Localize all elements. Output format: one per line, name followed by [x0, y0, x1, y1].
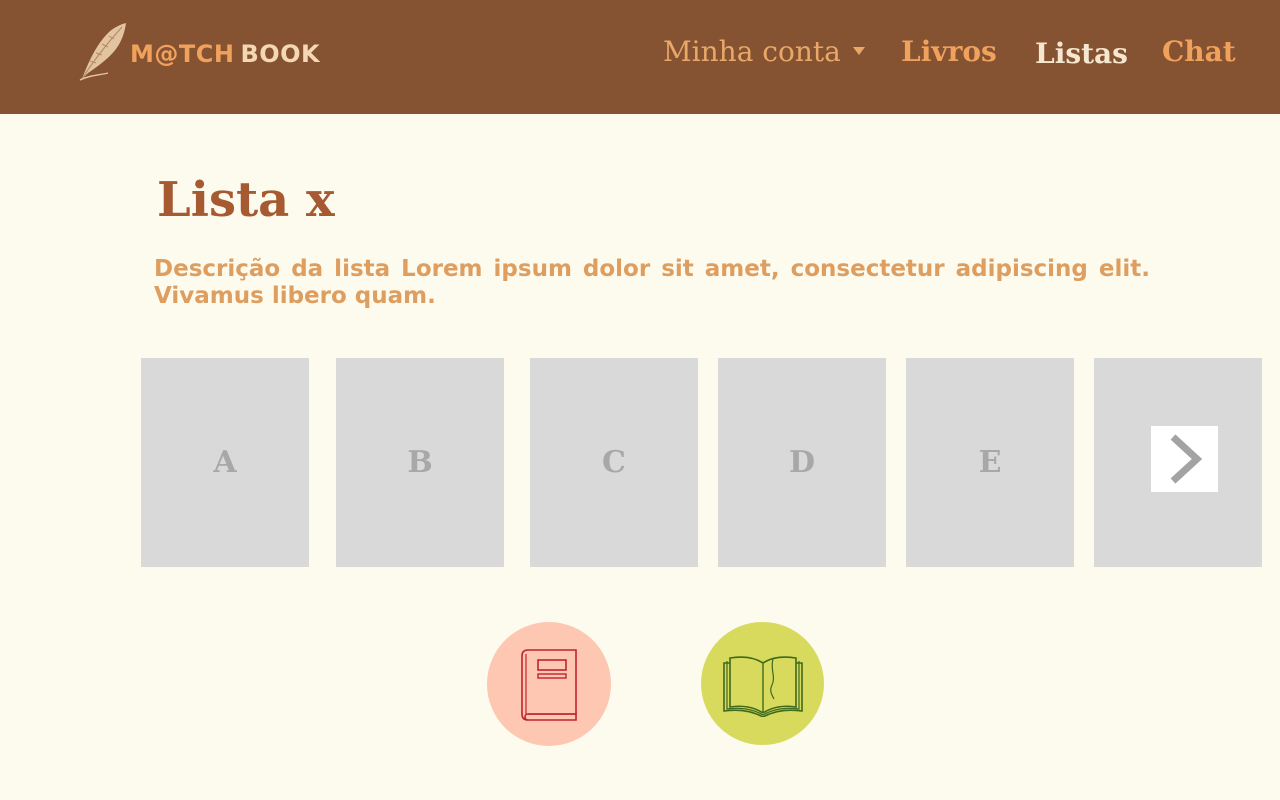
- nav-chat[interactable]: Chat: [1162, 34, 1236, 70]
- closed-book-icon: [521, 649, 577, 721]
- chevron-right-icon: [1170, 434, 1202, 484]
- book-card-b[interactable]: B: [336, 358, 504, 567]
- nav-lists[interactable]: Listas: [1035, 36, 1128, 72]
- open-book-button[interactable]: [701, 622, 824, 745]
- book-card-a[interactable]: A: [141, 358, 309, 567]
- chevron-down-icon: [852, 46, 865, 55]
- book-card-label: B: [407, 445, 433, 480]
- nav-my-account[interactable]: Minha conta: [663, 34, 865, 70]
- logo-word-book: BOOK: [240, 40, 321, 68]
- book-card-label: E: [978, 445, 1002, 480]
- list-description: Descrição da lista Lorem ipsum dolor sit…: [154, 256, 1150, 309]
- book-card-label: C: [602, 445, 626, 480]
- book-card-e[interactable]: E: [906, 358, 1074, 567]
- closed-book-button[interactable]: [487, 622, 611, 746]
- book-card-label: D: [788, 445, 815, 480]
- feather-quill-icon: [79, 23, 126, 81]
- book-card-d[interactable]: D: [718, 358, 886, 567]
- carousel-next-button[interactable]: [1151, 426, 1218, 492]
- top-header: M@TCH BOOK Minha conta Livros Listas Chat: [0, 0, 1280, 114]
- logo-text: M@TCH BOOK: [130, 38, 320, 66]
- nav-books[interactable]: Livros: [901, 34, 997, 70]
- logo-word-match: M@TCH: [130, 40, 235, 68]
- open-book-icon: [722, 655, 803, 717]
- page-title: Lista x: [157, 172, 335, 228]
- logo[interactable]: M@TCH BOOK: [78, 22, 320, 82]
- nav-my-account-label: Minha conta: [663, 35, 841, 68]
- book-card-label: A: [213, 445, 237, 480]
- book-card-c[interactable]: C: [530, 358, 698, 567]
